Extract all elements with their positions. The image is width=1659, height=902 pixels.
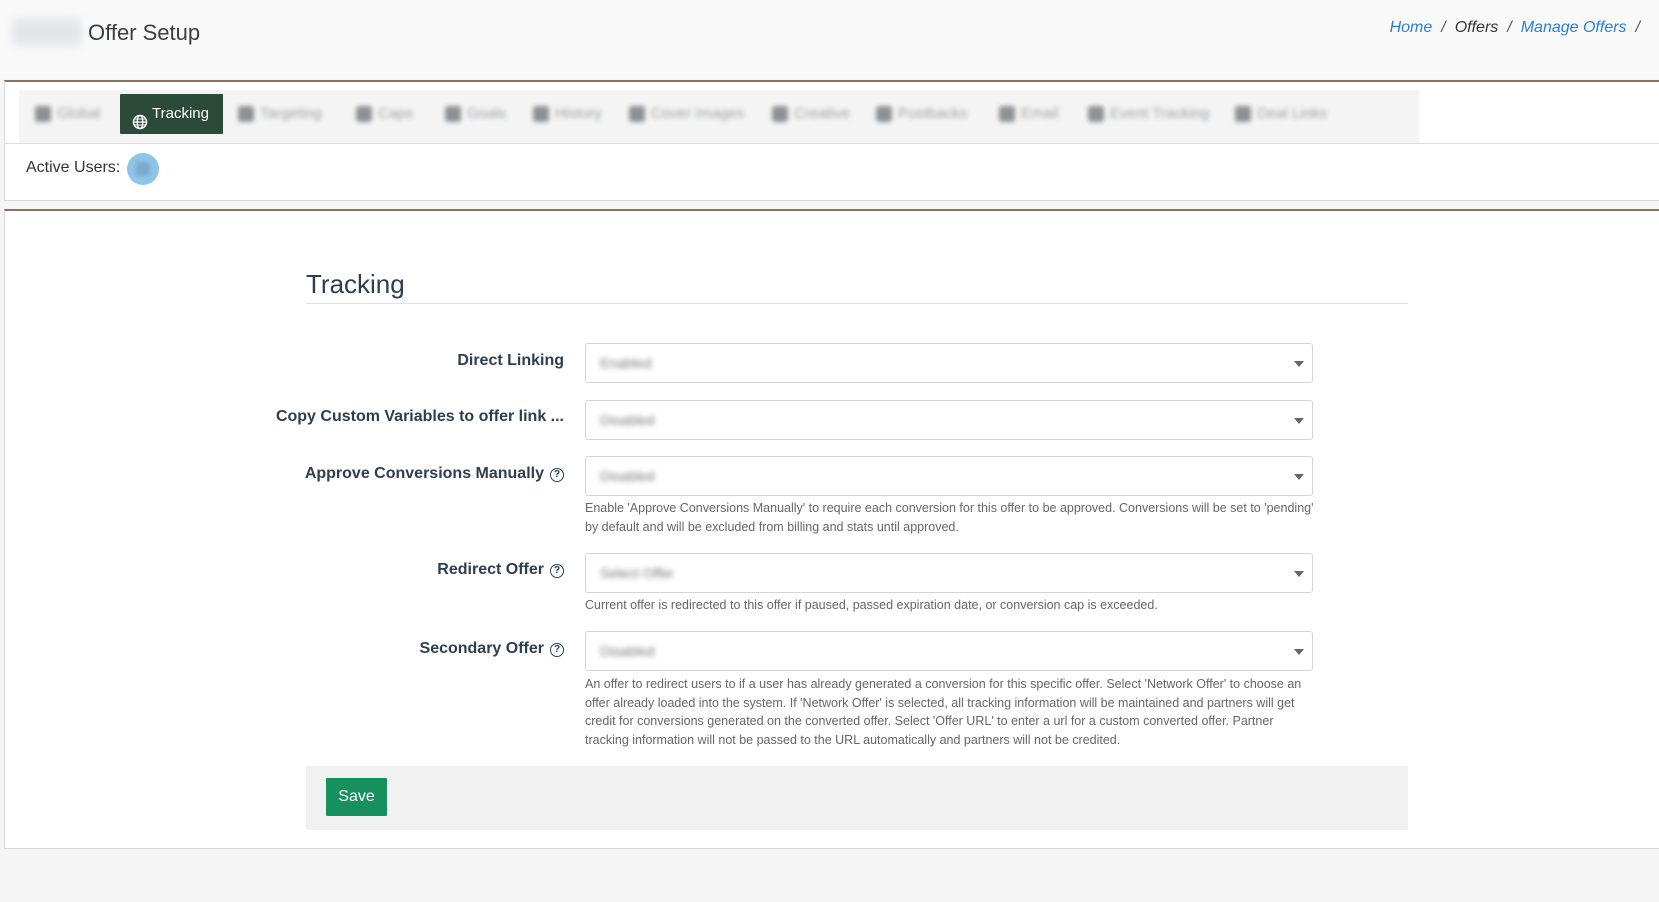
- select-value: Disabled: [600, 468, 655, 484]
- secondary-offer-label: Secondary Offer?: [420, 640, 564, 658]
- secondary-offer-help-text: An offer to redirect users to if a user …: [585, 677, 1302, 747]
- tag-icon: [356, 106, 372, 122]
- select-value: Disabled: [600, 643, 655, 659]
- redirect-offer-select[interactable]: Select Offer: [585, 553, 1313, 593]
- copy-custom-variables-label: Copy Custom Variables to offer link ...: [275, 408, 564, 425]
- page-title: Offer Setup: [88, 20, 201, 45]
- tab-label: Caps: [378, 105, 414, 122]
- breadcrumb-manage-offers-link[interactable]: Manage Offers: [1521, 19, 1627, 36]
- help-icon[interactable]: ?: [550, 643, 564, 657]
- history-icon: [533, 106, 549, 122]
- save-button[interactable]: Save: [326, 778, 387, 816]
- redirect-offer-help-text: Current offer is redirected to this offe…: [585, 598, 1158, 612]
- caret-down-icon: [1294, 649, 1304, 655]
- caret-down-icon: [1294, 571, 1304, 577]
- direct-linking-label: Direct Linking: [457, 352, 564, 369]
- breadcrumb-separator: /: [1441, 19, 1446, 36]
- tab-cover-images[interactable]: Cover Images: [629, 94, 744, 134]
- active-user-avatar[interactable]: [127, 153, 159, 185]
- caret-down-icon: [1294, 418, 1304, 424]
- link-icon: [1235, 106, 1251, 122]
- tab-email[interactable]: Email: [999, 94, 1059, 134]
- breadcrumb-home-link[interactable]: Home: [1390, 19, 1433, 36]
- tab-caps[interactable]: Caps: [356, 94, 413, 134]
- help-icon[interactable]: ?: [550, 468, 564, 482]
- select-value: Select Offer: [600, 565, 674, 581]
- tab-event-tracking[interactable]: Event Tracking: [1088, 94, 1209, 134]
- goal-icon: [445, 106, 461, 122]
- offer-tabs-panel: Global Tracking Targeting Caps Goals His…: [4, 80, 1659, 201]
- direct-linking-select[interactable]: Enabled: [585, 343, 1313, 383]
- sitemap-icon: [876, 106, 892, 122]
- divider: [306, 303, 1408, 304]
- approve-conversions-help-text: Enable 'Approve Conversions Manually' to…: [585, 501, 1314, 534]
- tab-label: Event Tracking: [1110, 105, 1210, 122]
- copy-custom-variables-select[interactable]: Disabled: [585, 400, 1313, 440]
- caret-down-icon: [1294, 361, 1304, 367]
- redirect-offer-label: Redirect Offer?: [437, 561, 564, 579]
- tab-label: History: [555, 105, 602, 122]
- tab-deal-links[interactable]: Deal Links: [1235, 94, 1327, 134]
- tracking-form-card: Tracking Direct Linking Enabled Copy Cus…: [4, 209, 1659, 849]
- email-icon: [999, 106, 1015, 122]
- company-logo: [12, 18, 82, 46]
- tab-goals[interactable]: Goals: [445, 94, 506, 134]
- breadcrumb-separator: /: [1507, 19, 1512, 36]
- tab-label: Deal Links: [1257, 105, 1328, 122]
- back-icon: [35, 106, 51, 122]
- tab-postbacks[interactable]: Postbacks: [876, 94, 967, 134]
- select-value: Enabled: [600, 355, 652, 371]
- file-icon: [772, 106, 788, 122]
- image-icon: [629, 106, 645, 122]
- approve-conversions-label: Approve Conversions Manually?: [305, 465, 564, 483]
- tab-label: Creative: [794, 105, 850, 122]
- section-title: Tracking: [306, 269, 405, 299]
- form-actions: Save: [306, 766, 1408, 830]
- tab-label: Targeting: [260, 105, 322, 122]
- globe-icon: [132, 106, 148, 130]
- select-value: Disabled: [600, 412, 655, 428]
- target-icon: [238, 106, 254, 122]
- tab-creative[interactable]: Creative: [772, 94, 850, 134]
- tab-label: Cover Images: [651, 105, 745, 122]
- help-icon[interactable]: ?: [550, 564, 564, 578]
- tab-targeting[interactable]: Targeting: [238, 94, 322, 134]
- tab-label: Email: [1021, 105, 1059, 122]
- breadcrumb-separator: /: [1635, 19, 1640, 36]
- tab-global[interactable]: Global: [35, 94, 100, 134]
- tab-label: Postbacks: [898, 105, 968, 122]
- divider: [5, 143, 1659, 144]
- caret-down-icon: [1294, 474, 1304, 480]
- tab-label: Goals: [467, 105, 507, 122]
- breadcrumb-offers: Offers: [1454, 19, 1499, 36]
- tab-history[interactable]: History: [533, 94, 602, 134]
- event-icon: [1088, 106, 1104, 122]
- tab-label: Tracking: [152, 105, 209, 122]
- tab-label: Global: [57, 105, 101, 122]
- offer-tab-bar: Global Tracking Targeting Caps Goals His…: [19, 90, 1419, 143]
- active-users-label: Active Users:: [26, 159, 121, 176]
- approve-conversions-select[interactable]: Disabled: [585, 456, 1313, 496]
- secondary-offer-select[interactable]: Disabled: [585, 631, 1313, 671]
- breadcrumb: Home / Offers / Manage Offers /: [1390, 19, 1649, 37]
- tab-tracking[interactable]: Tracking: [120, 94, 223, 134]
- page-header: Offer Setup Home / Offers / Manage Offers /: [0, 0, 1659, 78]
